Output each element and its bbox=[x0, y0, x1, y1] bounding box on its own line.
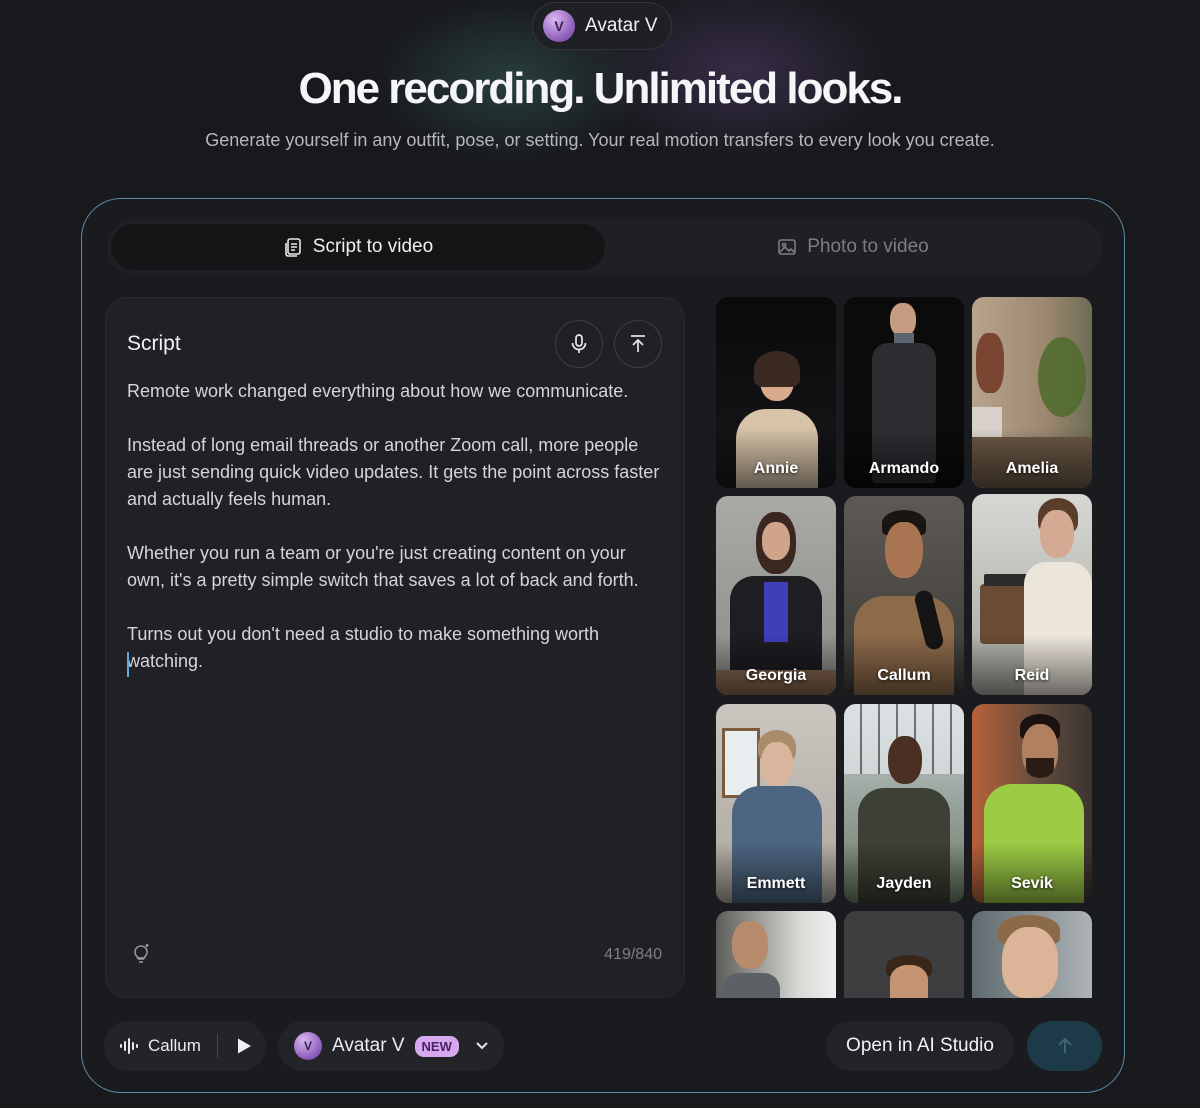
tab-photo-to-video[interactable]: Photo to video bbox=[607, 224, 1099, 270]
waveform-icon bbox=[120, 1038, 138, 1054]
tab-script-to-video[interactable]: Script to video bbox=[111, 224, 605, 270]
arrow-up-icon bbox=[1057, 1037, 1072, 1053]
model-selector[interactable]: V Avatar V NEW bbox=[278, 1021, 504, 1071]
script-ideas-button[interactable] bbox=[130, 942, 152, 971]
script-editor[interactable]: Script Remote work changed everything ab… bbox=[105, 297, 685, 998]
avatar-portrait bbox=[884, 955, 934, 998]
page-subheadline: Generate yourself in any outfit, pose, o… bbox=[205, 130, 995, 150]
character-counter: 419/840 bbox=[604, 946, 662, 963]
microphone-icon bbox=[571, 334, 587, 353]
avatar-portrait bbox=[988, 915, 1068, 998]
upload-script-button[interactable] bbox=[614, 320, 662, 368]
new-badge: NEW bbox=[414, 1035, 459, 1057]
avatar-name: Armando bbox=[868, 460, 940, 477]
script-paragraph: Turns out you don't need a studio to mak… bbox=[127, 624, 600, 671]
avatar-card-emmett[interactable]: Emmett bbox=[716, 704, 836, 903]
avatar-card-callum[interactable]: Callum bbox=[844, 496, 964, 695]
script-title: Script bbox=[127, 332, 181, 355]
product-pill[interactable]: V Avatar V bbox=[532, 2, 672, 50]
lightbulb-icon bbox=[134, 944, 149, 963]
page-headline: One recording. Unlimited looks. bbox=[298, 64, 904, 113]
play-icon[interactable] bbox=[236, 1037, 252, 1055]
script-paragraph: Instead of long email threads or another… bbox=[127, 435, 660, 509]
script-paragraph: Whether you run a team or you're just cr… bbox=[127, 543, 639, 590]
avatar-name: Emmett bbox=[746, 875, 806, 892]
avatar-name: Georgia bbox=[745, 667, 807, 684]
text-cursor bbox=[127, 652, 129, 677]
avatar-card[interactable] bbox=[716, 911, 836, 998]
avatar-name: Amelia bbox=[1005, 460, 1059, 477]
avatar-card-annie[interactable]: Annie bbox=[716, 297, 836, 488]
voice-selector[interactable]: Callum bbox=[104, 1021, 266, 1071]
script-icon bbox=[284, 238, 301, 257]
avatar-card[interactable] bbox=[972, 911, 1092, 998]
tab-label: Photo to video bbox=[807, 236, 929, 257]
model-name: Avatar V bbox=[332, 1035, 405, 1056]
record-voice-button[interactable] bbox=[555, 320, 603, 368]
product-pill-label: Avatar V bbox=[585, 15, 658, 36]
avatar-card-armando[interactable]: Armando bbox=[844, 297, 964, 488]
tab-label: Script to video bbox=[312, 236, 434, 257]
avatar-card-jayden[interactable]: Jayden bbox=[844, 704, 964, 903]
avatar-card[interactable] bbox=[844, 911, 964, 998]
avatar-card-georgia[interactable]: Georgia bbox=[716, 496, 836, 695]
divider bbox=[216, 1034, 218, 1058]
avatar-v-logo: V bbox=[294, 1032, 322, 1060]
avatar-name: Callum bbox=[877, 667, 931, 684]
script-text[interactable]: Remote work changed everything about how… bbox=[127, 378, 667, 702]
avatar-portrait bbox=[722, 921, 780, 998]
mode-tabs: Script to video Photo to video bbox=[107, 219, 1103, 275]
avatar-name: Annie bbox=[753, 460, 799, 477]
chevron-down-icon bbox=[476, 1042, 488, 1050]
open-in-ai-studio-button[interactable]: Open in AI Studio bbox=[826, 1021, 1014, 1071]
avatar-card-reid[interactable]: Reid bbox=[972, 494, 1092, 695]
avatar-name: Sevik bbox=[1011, 875, 1053, 892]
script-paragraph: Remote work changed everything about how… bbox=[127, 381, 629, 401]
avatar-name: Reid bbox=[1014, 667, 1050, 684]
avatar-card-amelia[interactable]: Amelia bbox=[972, 297, 1092, 488]
voice-name: Callum bbox=[148, 1036, 201, 1055]
generate-button[interactable] bbox=[1027, 1021, 1102, 1071]
image-icon bbox=[778, 239, 797, 255]
avatar-v-logo: V bbox=[543, 10, 575, 42]
avatar-card-sevik[interactable]: Sevik bbox=[972, 704, 1092, 903]
avatar-name: Jayden bbox=[876, 875, 932, 892]
upload-icon bbox=[631, 335, 645, 352]
